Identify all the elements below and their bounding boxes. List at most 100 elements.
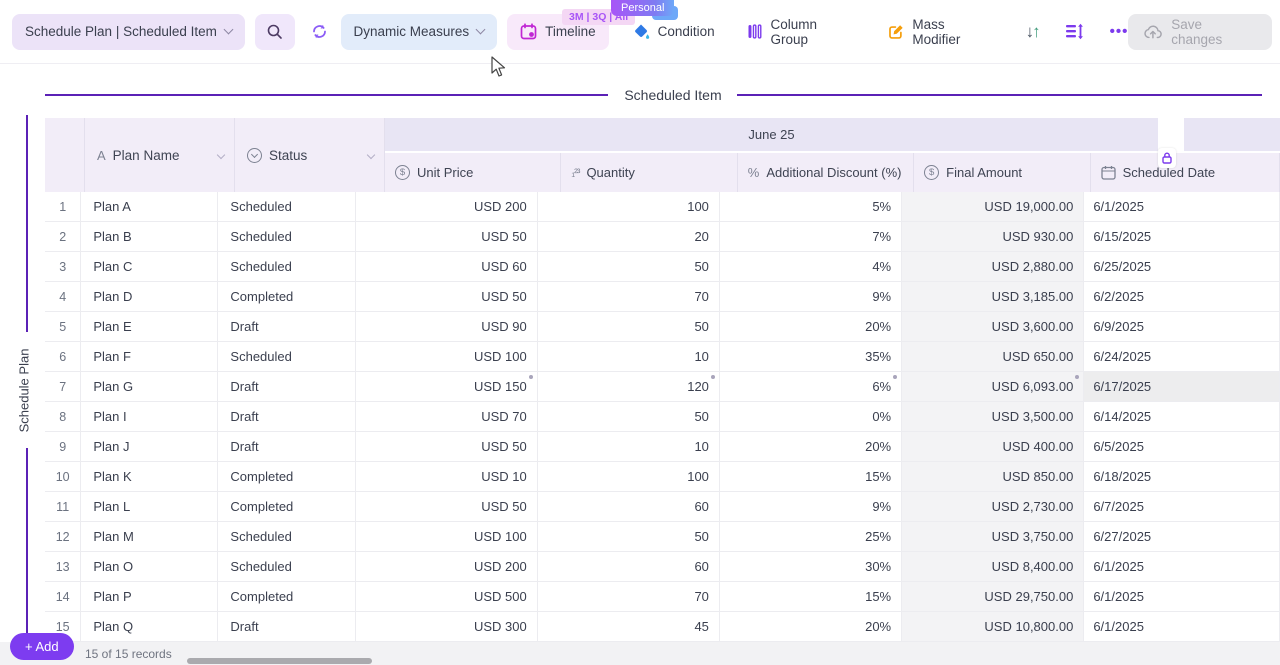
cell-discount[interactable]: 6% bbox=[720, 372, 902, 401]
cell-plan-name[interactable]: Plan A bbox=[81, 192, 218, 221]
month-group-header[interactable]: June 25 bbox=[385, 118, 1158, 151]
cell-final-amount[interactable]: USD 6,093.00 bbox=[902, 372, 1084, 401]
row-number[interactable]: 11 bbox=[45, 492, 81, 521]
header-plan-name[interactable]: A Plan Name bbox=[85, 118, 235, 192]
cell-status[interactable]: Scheduled bbox=[218, 252, 355, 281]
header-row-number[interactable] bbox=[45, 118, 85, 192]
header-quantity[interactable]: ₁²³ Quantity bbox=[561, 153, 737, 192]
cell-plan-name[interactable]: Plan P bbox=[81, 582, 218, 611]
cell-quantity[interactable]: 50 bbox=[538, 312, 720, 341]
cell-date[interactable]: 6/14/2025 bbox=[1084, 402, 1280, 431]
cell-discount[interactable]: 15% bbox=[720, 462, 902, 491]
cell-date[interactable]: 6/1/2025 bbox=[1084, 552, 1280, 581]
cell-date[interactable]: 6/5/2025 bbox=[1084, 432, 1280, 461]
cell-final-amount[interactable]: USD 850.00 bbox=[902, 462, 1084, 491]
search-button[interactable] bbox=[255, 14, 295, 50]
cell-discount[interactable]: 20% bbox=[720, 432, 902, 461]
cell-quantity[interactable]: 100 bbox=[538, 192, 720, 221]
cell-quantity[interactable]: 60 bbox=[538, 552, 720, 581]
refresh-button[interactable] bbox=[310, 22, 329, 41]
row-number[interactable]: 7 bbox=[45, 372, 81, 401]
cell-final-amount[interactable]: USD 8,400.00 bbox=[902, 552, 1084, 581]
cell-discount[interactable]: 9% bbox=[720, 282, 902, 311]
cell-status[interactable]: Draft bbox=[218, 312, 355, 341]
cell-status[interactable]: Draft bbox=[218, 612, 355, 641]
cell-final-amount[interactable]: USD 2,880.00 bbox=[902, 252, 1084, 281]
cell-unit-price[interactable]: USD 100 bbox=[356, 522, 538, 551]
cell-quantity[interactable]: 70 bbox=[538, 582, 720, 611]
header-scheduled-date[interactable]: Scheduled Date bbox=[1091, 153, 1280, 192]
cell-discount[interactable]: 35% bbox=[720, 342, 902, 371]
row-number[interactable]: 9 bbox=[45, 432, 81, 461]
cell-date[interactable]: 6/2/2025 bbox=[1084, 282, 1280, 311]
cell-quantity[interactable]: 50 bbox=[538, 522, 720, 551]
cell-final-amount[interactable]: USD 930.00 bbox=[902, 222, 1084, 251]
cell-date[interactable]: 6/7/2025 bbox=[1084, 492, 1280, 521]
cell-final-amount[interactable]: USD 19,000.00 bbox=[902, 192, 1084, 221]
cell-quantity[interactable]: 100 bbox=[538, 462, 720, 491]
cell-unit-price[interactable]: USD 150 bbox=[356, 372, 538, 401]
cell-date[interactable]: 6/17/2025 bbox=[1084, 372, 1280, 401]
cell-plan-name[interactable]: Plan D bbox=[81, 282, 218, 311]
cell-discount[interactable]: 20% bbox=[720, 612, 902, 641]
cell-unit-price[interactable]: USD 10 bbox=[356, 462, 538, 491]
cell-unit-price[interactable]: USD 100 bbox=[356, 342, 538, 371]
cell-plan-name[interactable]: Plan M bbox=[81, 522, 218, 551]
cell-plan-name[interactable]: Plan G bbox=[81, 372, 218, 401]
cell-date[interactable]: 6/1/2025 bbox=[1084, 582, 1280, 611]
cell-date[interactable]: 6/18/2025 bbox=[1084, 462, 1280, 491]
cell-discount[interactable]: 25% bbox=[720, 522, 902, 551]
cell-status[interactable]: Draft bbox=[218, 432, 355, 461]
cell-unit-price[interactable]: USD 200 bbox=[356, 192, 538, 221]
row-number[interactable]: 1 bbox=[45, 192, 81, 221]
cell-plan-name[interactable]: Plan B bbox=[81, 222, 218, 251]
cell-quantity[interactable]: 20 bbox=[538, 222, 720, 251]
row-number[interactable]: 12 bbox=[45, 522, 81, 551]
row-number[interactable]: 14 bbox=[45, 582, 81, 611]
cell-unit-price[interactable]: USD 50 bbox=[356, 492, 538, 521]
cell-date[interactable]: 6/25/2025 bbox=[1084, 252, 1280, 281]
cell-plan-name[interactable]: Plan L bbox=[81, 492, 218, 521]
cell-unit-price[interactable]: USD 300 bbox=[356, 612, 538, 641]
row-number[interactable]: 4 bbox=[45, 282, 81, 311]
cell-plan-name[interactable]: Plan Q bbox=[81, 612, 218, 641]
cell-date[interactable]: 6/27/2025 bbox=[1084, 522, 1280, 551]
cell-status[interactable]: Scheduled bbox=[218, 342, 355, 371]
cell-quantity[interactable]: 45 bbox=[538, 612, 720, 641]
cell-date[interactable]: 6/9/2025 bbox=[1084, 312, 1280, 341]
cell-quantity[interactable]: 10 bbox=[538, 342, 720, 371]
cell-status[interactable]: Scheduled bbox=[218, 552, 355, 581]
cell-unit-price[interactable]: USD 200 bbox=[356, 552, 538, 581]
cell-final-amount[interactable]: USD 3,500.00 bbox=[902, 402, 1084, 431]
cell-plan-name[interactable]: Plan I bbox=[81, 402, 218, 431]
row-number[interactable]: 3 bbox=[45, 252, 81, 281]
cell-final-amount[interactable]: USD 3,600.00 bbox=[902, 312, 1084, 341]
sort-button[interactable]: ↓↑ bbox=[1026, 22, 1039, 42]
cell-plan-name[interactable]: Plan F bbox=[81, 342, 218, 371]
row-number[interactable]: 2 bbox=[45, 222, 81, 251]
cell-unit-price[interactable]: USD 90 bbox=[356, 312, 538, 341]
cell-unit-price[interactable]: USD 70 bbox=[356, 402, 538, 431]
cell-final-amount[interactable]: USD 29,750.00 bbox=[902, 582, 1084, 611]
cell-status[interactable]: Completed bbox=[218, 462, 355, 491]
more-menu-button[interactable]: ••• bbox=[1110, 23, 1129, 40]
horizontal-scrollbar-thumb[interactable] bbox=[187, 658, 372, 664]
cell-quantity[interactable]: 10 bbox=[538, 432, 720, 461]
row-number[interactable]: 13 bbox=[45, 552, 81, 581]
view-selector-dropdown[interactable]: Schedule Plan | Scheduled Item bbox=[12, 14, 245, 50]
cell-discount[interactable]: 4% bbox=[720, 252, 902, 281]
row-number[interactable]: 6 bbox=[45, 342, 81, 371]
cell-discount[interactable]: 7% bbox=[720, 222, 902, 251]
dynamic-measures-dropdown[interactable]: Dynamic Measures bbox=[341, 14, 498, 50]
cell-unit-price[interactable]: USD 50 bbox=[356, 432, 538, 461]
mass-modifier-button[interactable]: Mass Modifier bbox=[888, 17, 996, 47]
cell-plan-name[interactable]: Plan C bbox=[81, 252, 218, 281]
cell-final-amount[interactable]: USD 2,730.00 bbox=[902, 492, 1084, 521]
cell-status[interactable]: Completed bbox=[218, 492, 355, 521]
cell-final-amount[interactable]: USD 3,750.00 bbox=[902, 522, 1084, 551]
add-row-button[interactable]: + Add bbox=[10, 633, 74, 660]
cell-date[interactable]: 6/1/2025 bbox=[1084, 192, 1280, 221]
cell-status[interactable]: Scheduled bbox=[218, 222, 355, 251]
cell-final-amount[interactable]: USD 400.00 bbox=[902, 432, 1084, 461]
cell-date[interactable]: 6/15/2025 bbox=[1084, 222, 1280, 251]
